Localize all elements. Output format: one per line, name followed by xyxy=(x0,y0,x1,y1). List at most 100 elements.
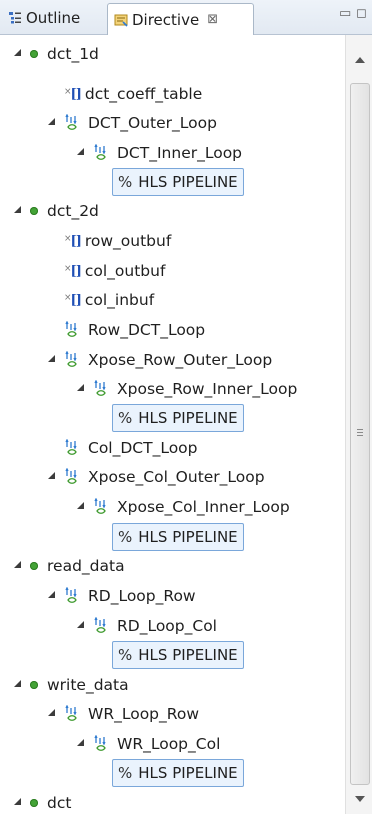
tree-node-xpose-row-outer-loop[interactable]: Xpose_Row_Outer_Loop xyxy=(48,346,272,374)
directive-icon xyxy=(114,14,128,27)
scroll-up-arrow-icon[interactable] xyxy=(355,57,365,63)
pragma-box[interactable]: % HLS PIPELINE xyxy=(112,168,244,196)
tree-node-pragma[interactable]: % HLS PIPELINE xyxy=(112,523,244,551)
array-icon: ×[] xyxy=(64,233,82,249)
minimize-icon[interactable]: ▭ xyxy=(339,6,351,21)
expanded-triangle-icon[interactable] xyxy=(77,147,84,155)
tree-node-label: col_outbuf xyxy=(84,262,166,280)
tree-node-label: WR_Loop_Col xyxy=(117,735,221,753)
loop-icon xyxy=(94,617,106,633)
tree-node-label: Col_DCT_Loop xyxy=(88,439,198,457)
pragma-label: HLS PIPELINE xyxy=(138,764,238,782)
grip-line xyxy=(357,435,363,436)
tree-node-dct[interactable]: dct xyxy=(14,789,71,814)
tree-node-rd-loop-col[interactable]: RD_Loop_Col xyxy=(77,612,217,640)
expanded-triangle-icon[interactable] xyxy=(14,679,21,687)
expanded-triangle-icon[interactable] xyxy=(77,620,84,628)
pragma-label: HLS PIPELINE xyxy=(138,173,238,191)
tree-node-write-data[interactable]: write_data xyxy=(14,671,129,699)
tree-node-label: dct_2d xyxy=(47,202,99,220)
tab-directive[interactable]: Directive ⊠ xyxy=(107,3,254,35)
expanded-triangle-icon[interactable] xyxy=(77,738,84,746)
tree-node-dct-outer-loop[interactable]: DCT_Outer_Loop xyxy=(48,109,217,137)
tree-node-label: WR_Loop_Row xyxy=(88,705,199,723)
expanded-triangle-icon[interactable] xyxy=(77,383,84,391)
grip-line xyxy=(357,432,363,433)
grip-line xyxy=(357,429,363,430)
function-icon xyxy=(30,562,38,570)
loop-icon xyxy=(94,498,106,514)
tree-node-dct-inner-loop[interactable]: DCT_Inner_Loop xyxy=(77,139,242,167)
percent-icon: % xyxy=(118,173,133,191)
tree-node-xpose-col-outer-loop[interactable]: Xpose_Col_Outer_Loop xyxy=(48,463,265,491)
tree-node-read-data[interactable]: read_data xyxy=(14,552,125,580)
scrollbar-thumb[interactable] xyxy=(350,83,370,785)
vertical-scrollbar[interactable] xyxy=(345,35,372,814)
loop-icon xyxy=(65,587,77,603)
expanded-triangle-icon[interactable] xyxy=(48,354,55,362)
expanded-triangle-icon[interactable] xyxy=(14,205,21,213)
expanded-triangle-icon[interactable] xyxy=(48,590,55,598)
expanded-triangle-icon[interactable] xyxy=(14,560,21,568)
pragma-label: HLS PIPELINE xyxy=(138,409,238,427)
tree-node-dct-2d[interactable]: dct_2d xyxy=(14,197,99,225)
tree-node-dct-coeff-table[interactable]: ×[] dct_coeff_table xyxy=(64,80,202,108)
tree-node-row-outbuf[interactable]: ×[] row_outbuf xyxy=(64,227,171,255)
expanded-triangle-icon[interactable] xyxy=(14,48,21,56)
loop-icon xyxy=(65,439,77,455)
array-icon: ×[] xyxy=(64,86,82,102)
tree-node-pragma[interactable]: % HLS PIPELINE xyxy=(112,641,244,669)
tree-node-pragma[interactable]: % HLS PIPELINE xyxy=(112,168,244,196)
tree-node-label: Xpose_Row_Outer_Loop xyxy=(88,351,273,369)
tab-outline[interactable]: Outline xyxy=(2,3,106,33)
tree-node-row-dct-loop[interactable]: Row_DCT_Loop xyxy=(64,316,205,344)
tree-node-label: Row_DCT_Loop xyxy=(88,321,206,339)
tree-node-pragma[interactable]: % HLS PIPELINE xyxy=(112,404,244,432)
tree-node-label: col_inbuf xyxy=(84,291,155,309)
loop-icon xyxy=(65,351,77,367)
tree-node-label: dct xyxy=(47,794,72,812)
close-icon[interactable]: ⊠ xyxy=(207,12,218,27)
tab-outline-label: Outline xyxy=(26,9,81,27)
tree-node-wr-loop-row[interactable]: WR_Loop_Row xyxy=(48,700,199,728)
tree-node-rd-loop-row[interactable]: RD_Loop_Row xyxy=(48,582,196,610)
tree-node-label: RD_Loop_Row xyxy=(88,587,196,605)
function-icon xyxy=(30,50,38,58)
pragma-label: HLS PIPELINE xyxy=(138,646,238,664)
maximize-icon[interactable]: ◻ xyxy=(356,6,367,21)
tree-node-label: Xpose_Row_Inner_Loop xyxy=(117,380,298,398)
expanded-triangle-icon[interactable] xyxy=(77,501,84,509)
pragma-box[interactable]: % HLS PIPELINE xyxy=(112,523,244,551)
array-icon: ×[] xyxy=(64,292,82,308)
expanded-triangle-icon[interactable] xyxy=(14,797,21,805)
tree-node-label: DCT_Outer_Loop xyxy=(88,114,217,132)
pragma-box[interactable]: % HLS PIPELINE xyxy=(112,759,244,787)
function-icon xyxy=(30,681,38,689)
tree-node-label: Xpose_Col_Outer_Loop xyxy=(88,468,265,486)
array-icon: ×[] xyxy=(64,263,82,279)
tree-node-xpose-row-inner-loop[interactable]: Xpose_Row_Inner_Loop xyxy=(77,375,297,403)
tree-node-pragma[interactable]: % HLS PIPELINE xyxy=(112,759,244,787)
expanded-triangle-icon[interactable] xyxy=(48,117,55,125)
tree-node-col-dct-loop[interactable]: Col_DCT_Loop xyxy=(64,434,198,462)
pragma-box[interactable]: % HLS PIPELINE xyxy=(112,404,244,432)
tree-node-label: row_outbuf xyxy=(84,232,172,250)
tab-directive-label: Directive xyxy=(132,10,200,29)
tree-node-col-inbuf[interactable]: ×[] col_inbuf xyxy=(64,286,154,314)
expanded-triangle-icon[interactable] xyxy=(48,471,55,479)
expanded-triangle-icon[interactable] xyxy=(48,708,55,716)
tree-node-dct-1d[interactable]: dct_1d xyxy=(14,40,99,68)
tree-node-label: read_data xyxy=(47,557,125,575)
percent-icon: % xyxy=(118,528,133,546)
loop-icon xyxy=(65,468,77,484)
tree-node-wr-loop-col[interactable]: WR_Loop_Col xyxy=(77,730,220,758)
tree-node-label: RD_Loop_Col xyxy=(117,617,217,635)
pragma-box[interactable]: % HLS PIPELINE xyxy=(112,641,244,669)
loop-icon xyxy=(94,144,106,160)
tree-node-col-outbuf[interactable]: ×[] col_outbuf xyxy=(64,257,165,285)
tree-node-xpose-col-inner-loop[interactable]: Xpose_Col_Inner_Loop xyxy=(77,493,290,521)
scroll-down-arrow-icon[interactable] xyxy=(355,796,365,802)
pragma-label: HLS PIPELINE xyxy=(138,528,238,546)
function-icon xyxy=(30,799,38,807)
tree-node-label: Xpose_Col_Inner_Loop xyxy=(117,498,290,516)
